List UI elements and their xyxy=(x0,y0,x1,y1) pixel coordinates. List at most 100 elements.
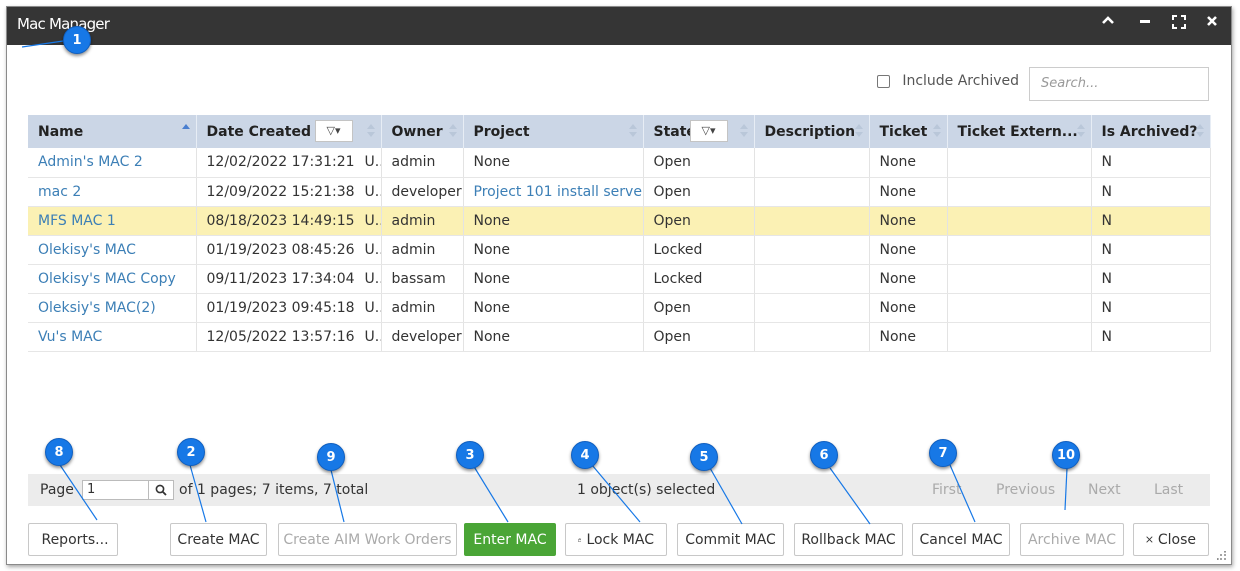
cell-owner-text: admin xyxy=(391,299,436,316)
enter-mac-button[interactable]: Enter MAC xyxy=(464,523,556,556)
cell-date-created: 12/05/2022 13:57:16 U... xyxy=(196,322,382,352)
cell-project-text[interactable]: Project 101 install servers xyxy=(474,184,643,200)
cell-name[interactable]: Olekisy's MAC Copy xyxy=(28,264,197,294)
filter-state-icon[interactable]: ▽▾ xyxy=(689,120,728,142)
sort-icon xyxy=(366,124,375,140)
include-archived-label: Include Archived xyxy=(902,73,1019,89)
table-row[interactable]: mac 2 12/09/2022 15:21:38 U... developer Pro… xyxy=(28,177,1211,207)
cell-ticket-external xyxy=(947,293,1092,323)
cell-project[interactable]: Project 101 install servers xyxy=(463,177,644,207)
page-number-input[interactable]: 1 xyxy=(82,480,149,500)
callout-3: 3 xyxy=(456,441,484,469)
cell-project: None xyxy=(463,293,644,323)
include-archived-checkbox[interactable] xyxy=(877,74,891,88)
column-header-state[interactable]: State ▽▾ xyxy=(643,115,755,148)
cell-name[interactable]: Olekisy's MAC xyxy=(28,235,197,265)
cell-is-archived-text: N xyxy=(1101,154,1112,171)
previous-page-link[interactable]: Previous xyxy=(996,482,1055,498)
rollback-mac-button[interactable]: Rollback MAC xyxy=(794,523,903,556)
table-row[interactable]: Oleksiy's MAC(2) 01/19/2023 09:45:18 U... a… xyxy=(28,293,1211,323)
window-title: Mac Manager xyxy=(17,15,110,33)
create-aim-work-orders-button[interactable]: Create AIM Work Orders xyxy=(278,523,457,556)
cell-date-created: 01/19/2023 08:45:26 U... xyxy=(196,235,382,265)
cell-ticket-text: None xyxy=(879,270,917,287)
cell-project: None xyxy=(463,235,644,265)
table-row[interactable]: Admin's MAC 2 12/02/2022 17:31:21 U... admi… xyxy=(28,148,1211,178)
callout-1: 1 xyxy=(63,26,91,54)
cell-date-created: 12/09/2022 15:21:38 U... xyxy=(196,177,382,207)
go-to-page-search-icon[interactable] xyxy=(148,480,174,500)
cell-name-text[interactable]: Olekisy's MAC Copy xyxy=(38,271,176,287)
column-header-ticket-external[interactable]: Ticket Extern... xyxy=(947,115,1092,148)
cell-name-text[interactable]: Vu's MAC xyxy=(38,329,102,345)
cell-ticket-external xyxy=(947,177,1092,207)
archive-mac-button[interactable]: Archive MAC xyxy=(1020,523,1124,556)
commit-mac-button[interactable]: Commit MAC xyxy=(677,523,784,556)
column-header-is-archived[interactable]: Is Archived? xyxy=(1091,115,1211,148)
column-header-project[interactable]: Project xyxy=(463,115,644,148)
cell-name[interactable]: mac 2 xyxy=(28,177,197,207)
selection-count: 1 object(s) selected xyxy=(577,482,716,498)
sort-icon xyxy=(932,124,941,140)
table-row[interactable]: Vu's MAC 12/05/2022 13:57:16 U... developer… xyxy=(28,322,1211,352)
table-row[interactable]: MFS MAC 1 08/18/2023 14:49:15 U... admin Non… xyxy=(28,206,1211,236)
cell-name[interactable]: MFS MAC 1 xyxy=(28,206,197,236)
cell-description xyxy=(754,148,870,178)
table-row[interactable]: Olekisy's MAC Copy 09/11/2023 17:34:04 U..… xyxy=(28,264,1211,294)
sort-ascending-icon xyxy=(181,124,190,140)
cell-name[interactable]: Vu's MAC xyxy=(28,322,197,352)
sort-icon xyxy=(739,124,748,140)
cell-name-text[interactable]: Olekisy's MAC xyxy=(38,242,136,258)
cell-owner-text: admin xyxy=(391,154,436,171)
cell-name-text[interactable]: mac 2 xyxy=(38,184,81,200)
column-header-ticket[interactable]: Ticket xyxy=(869,115,948,148)
cell-ticket: None xyxy=(869,293,948,323)
cell-name[interactable]: Admin's MAC 2 xyxy=(28,148,197,178)
close-window-icon[interactable] xyxy=(1202,15,1222,35)
close-button[interactable]: Close xyxy=(1133,523,1209,556)
cell-name-text[interactable]: MFS MAC 1 xyxy=(38,213,116,229)
cell-ticket-text: None xyxy=(879,241,917,258)
column-header-name[interactable]: Name xyxy=(28,115,197,148)
search-input[interactable]: Search... xyxy=(1029,67,1209,101)
cell-project-text: None xyxy=(473,270,511,287)
filter-date-created-icon[interactable]: ▽▾ xyxy=(314,120,353,142)
lock-mac-button[interactable]: Lock MAC xyxy=(565,523,667,556)
title-bar: Mac Manager xyxy=(7,7,1231,45)
cell-owner: developer xyxy=(381,177,464,207)
reports-button[interactable]: Reports... xyxy=(28,523,118,556)
create-mac-button[interactable]: Create MAC xyxy=(170,523,267,556)
column-header-description[interactable]: Description xyxy=(754,115,870,148)
cell-ticket: None xyxy=(869,264,948,294)
first-page-link[interactable]: First xyxy=(932,482,961,498)
column-header-owner[interactable]: Owner xyxy=(381,115,464,148)
cell-owner-text: developer xyxy=(391,328,462,345)
sort-icon xyxy=(854,124,863,140)
maximize-icon[interactable] xyxy=(1169,15,1189,35)
table-row[interactable]: Olekisy's MAC 01/19/2023 08:45:26 U... admi… xyxy=(28,235,1211,265)
minimize-icon[interactable] xyxy=(1135,15,1155,35)
column-header-date-created[interactable]: Date Created ▽▾ xyxy=(196,115,382,148)
cell-date-created: 12/02/2022 17:31:21 U... xyxy=(196,148,382,178)
cell-name-text[interactable]: Oleksiy's MAC(2) xyxy=(38,300,156,316)
resize-grip-icon[interactable] xyxy=(1217,551,1227,561)
column-header-label: Project xyxy=(473,123,530,140)
cell-name-text[interactable]: Admin's MAC 2 xyxy=(38,154,143,170)
cell-name[interactable]: Oleksiy's MAC(2) xyxy=(28,293,197,323)
sort-icon xyxy=(1076,124,1085,140)
last-page-link[interactable]: Last xyxy=(1154,482,1183,498)
cell-ticket-text: None xyxy=(879,328,917,345)
cell-owner-text: bassam xyxy=(391,270,446,287)
mac-manager-window: Mac Manager Include Archived Search... N… xyxy=(6,6,1232,565)
column-header-label: Ticket Extern... xyxy=(957,123,1078,140)
include-archived-control[interactable]: Include Archived xyxy=(877,73,1019,89)
callout-4: 4 xyxy=(571,441,599,469)
collapse-icon[interactable] xyxy=(1098,15,1118,35)
cancel-mac-button[interactable]: Cancel MAC xyxy=(912,523,1010,556)
cell-is-archived: N xyxy=(1091,177,1211,207)
cell-timezone-text: U... xyxy=(364,328,380,345)
cell-date-created: 01/19/2023 09:45:18 U... xyxy=(196,293,382,323)
next-page-link[interactable]: Next xyxy=(1088,482,1121,498)
cell-is-archived: N xyxy=(1091,322,1211,352)
cell-timezone-text: U... xyxy=(364,212,380,229)
